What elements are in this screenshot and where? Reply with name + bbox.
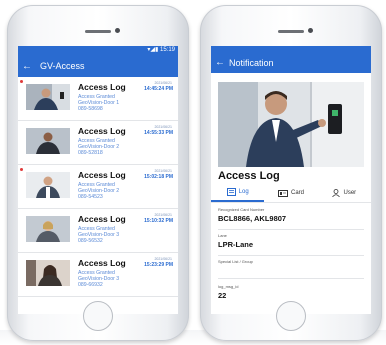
tab-label: User	[343, 190, 357, 196]
home-button[interactable]	[276, 301, 306, 331]
item-time: 15:23:29 PM	[144, 262, 173, 268]
item-title: Access Log	[78, 82, 126, 92]
app-bar: ← GV-Access	[18, 55, 178, 77]
home-button[interactable]	[83, 301, 113, 331]
card-icon	[277, 189, 288, 197]
tab-log[interactable]: Log	[211, 184, 265, 202]
item-card: 089-54523	[78, 194, 103, 200]
log-icon	[226, 188, 236, 196]
tab-card[interactable]: Card	[264, 184, 317, 202]
item-time: 15:10:32 PM	[144, 218, 173, 224]
unread-dot	[20, 80, 23, 83]
app-bar: ← Notification	[211, 52, 371, 73]
item-date: 2021/06/21	[154, 81, 172, 85]
speaker-grille	[278, 30, 304, 33]
item-title: Access Log	[78, 170, 126, 180]
phone-right: ← Notification Access Log Log Card User …	[200, 5, 382, 341]
tab-label: Log	[238, 189, 249, 195]
item-time: 15:02:18 PM	[144, 174, 173, 180]
field-value: LPR-Lane	[218, 240, 254, 249]
item-title: Access Log	[78, 214, 126, 224]
item-title: Access Log	[78, 258, 126, 268]
field-log-msg-id: log_msg_id 22	[218, 284, 364, 300]
snapshot-thumbnail	[26, 216, 70, 242]
item-date: 2021/06/21	[154, 125, 172, 129]
list-item[interactable]: Access Log Access Granted GeoVision-Door…	[18, 253, 178, 297]
front-camera	[308, 28, 313, 33]
screen-notification-list: ▾◢▮ 15:19 ← GV-Access Access Log Access …	[18, 46, 178, 314]
divider	[218, 278, 364, 279]
item-date: 2021/06/21	[154, 169, 172, 173]
front-camera	[115, 28, 120, 33]
phone-left: ▾◢▮ 15:19 ← GV-Access Access Log Access …	[7, 5, 189, 341]
item-card: 089-56532	[78, 238, 103, 244]
divider	[218, 229, 364, 230]
snapshot-thumbnail	[26, 84, 70, 110]
app-title: GV-Access	[40, 61, 85, 71]
field-lane: Lane LPR-Lane	[218, 233, 364, 249]
user-icon	[332, 189, 341, 197]
field-value: BCL8866, AKL9807	[218, 214, 287, 223]
status-time: 15:19	[159, 47, 175, 53]
signal-battery-icons: ▾◢▮	[147, 47, 160, 53]
field-label: Special List / Group	[218, 259, 253, 264]
item-time: 14:55:33 PM	[144, 130, 173, 136]
snapshot-thumbnail	[26, 128, 70, 154]
field-value: 22	[218, 291, 227, 300]
notification-list: Access Log Access Granted GeoVision-Door…	[18, 77, 178, 297]
snapshot-thumbnail	[26, 172, 70, 198]
tab-user[interactable]: User	[318, 184, 371, 202]
field-label: Lane	[218, 233, 227, 238]
item-card: 089-58698	[78, 106, 103, 112]
item-time: 14:45:24 PM	[144, 86, 173, 92]
tab-label: Card	[290, 190, 304, 196]
item-card: 089-66932	[78, 282, 103, 288]
back-arrow-icon[interactable]: ←	[18, 61, 36, 72]
list-item[interactable]: Access Log Access Granted GeoVision-Door…	[18, 209, 178, 253]
field-label: log_msg_id	[218, 284, 239, 289]
list-item[interactable]: Access Log Access Granted GeoVision-Door…	[18, 165, 178, 209]
unread-dot	[20, 168, 23, 171]
item-date: 2021/06/21	[154, 257, 172, 261]
divider	[218, 255, 364, 256]
detail-tabs: Log Card User	[211, 184, 371, 203]
field-label: Recognized Card Number	[218, 207, 265, 212]
list-item[interactable]: Access Log Access Granted GeoVision-Door…	[18, 77, 178, 121]
screen-notification-detail: ← Notification Access Log Log Card User …	[211, 46, 371, 314]
status-bar: ▾◢▮ 15:19	[18, 46, 178, 55]
snapshot-thumbnail	[26, 260, 70, 286]
item-card: 089-52818	[78, 150, 103, 156]
detail-title: Access Log	[218, 170, 280, 182]
speaker-grille	[85, 30, 111, 33]
back-arrow-icon[interactable]: ←	[211, 57, 229, 68]
item-date: 2021/06/21	[154, 213, 172, 217]
field-special-list: Special List / Group	[218, 259, 364, 266]
snapshot-photo	[218, 82, 364, 167]
app-title: Notification	[229, 57, 274, 68]
list-item[interactable]: Access Log Access Granted GeoVision-Door…	[18, 121, 178, 165]
field-card-number: Recognized Card Number BCL8866, AKL9807	[218, 207, 364, 223]
item-title: Access Log	[78, 126, 126, 136]
